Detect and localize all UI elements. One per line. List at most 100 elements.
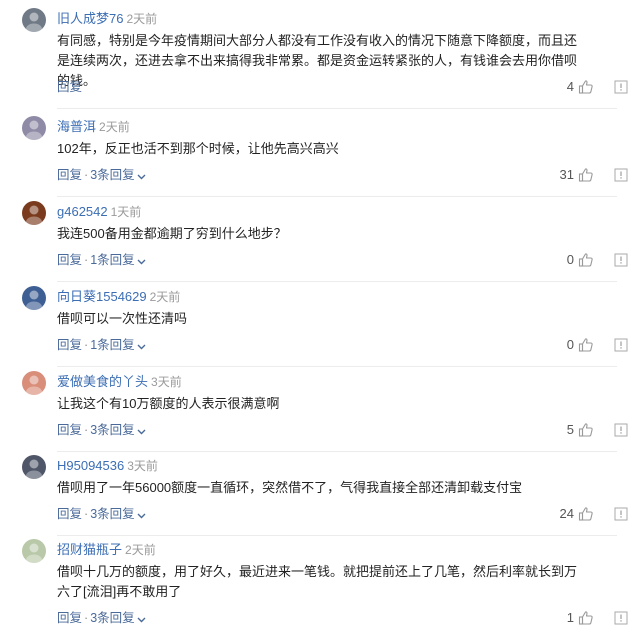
reply-count: 3条回复 [90, 168, 135, 182]
comment-meta: 招财猫瓶子 2天前 [57, 541, 156, 559]
expand-replies-button[interactable]: 3条回复 [90, 167, 146, 185]
separator-dot: · [84, 423, 89, 437]
reply-count: 3条回复 [90, 611, 135, 625]
divider [57, 196, 617, 197]
report-icon[interactable] [614, 338, 628, 352]
separator-dot: · [84, 338, 89, 352]
avatar[interactable] [22, 8, 46, 32]
comment-item: 旧人成梦76 2天前有同感，特别是今年疫情期间大部分人都没有工作没有收入的情况下随… [0, 8, 640, 112]
divider [57, 108, 617, 109]
chevron-down-icon [137, 422, 146, 440]
reply-button[interactable]: 回复 [57, 338, 82, 352]
username-link[interactable]: 向日葵1554629 [57, 289, 147, 304]
comment-text: 借呗可以一次性还清吗 [57, 311, 188, 326]
avatar[interactable] [22, 201, 46, 225]
separator-dot: · [84, 168, 89, 182]
reply-count: 3条回复 [90, 423, 135, 437]
comment-item: 向日葵1554629 2天前 借呗可以一次性还清吗 回复 · 1条回复 0 [0, 286, 640, 370]
reply-count: 1条回复 [90, 253, 135, 267]
thumbs-up-icon[interactable] [578, 610, 594, 626]
expand-replies-button[interactable]: 3条回复 [90, 506, 146, 524]
username-link[interactable]: g462542 [57, 204, 108, 219]
comment-time: 1天前 [110, 205, 142, 219]
report-icon[interactable] [614, 253, 628, 267]
divider [57, 281, 617, 282]
report-icon[interactable] [614, 423, 628, 437]
chevron-down-icon [137, 337, 146, 355]
separator-dot: · [84, 611, 89, 625]
reply-button[interactable]: 回复 [57, 507, 82, 521]
comment-item: H95094536 3天前借呗用了一年56000额度一直循环，突然借不了，气得我直… [0, 455, 640, 539]
reply-count: 1条回复 [90, 338, 135, 352]
avatar[interactable] [22, 455, 46, 479]
report-icon[interactable] [614, 80, 628, 94]
reply-button[interactable]: 回复 [57, 423, 82, 437]
report-icon[interactable] [614, 168, 628, 182]
report-icon[interactable] [614, 507, 628, 521]
comment-actions: 回复 · 3条回复 [57, 609, 146, 627]
expand-replies-button[interactable]: 3条回复 [90, 610, 146, 628]
thumbs-up-icon[interactable] [578, 422, 594, 438]
comment-actions: 回复 · 3条回复 [57, 505, 146, 523]
thumbs-up-icon[interactable] [578, 79, 594, 95]
reply-button[interactable]: 回复 [57, 611, 82, 625]
expand-replies-button[interactable]: 3条回复 [90, 422, 146, 440]
comment-text: 有同感，特别是今年疫情期间大部分人都没有工作没有收入的情况下随意下降额度，而且还… [57, 33, 578, 88]
avatar[interactable] [22, 539, 46, 563]
username-link[interactable]: 爱做美食的丫头 [57, 374, 148, 389]
reply-button[interactable]: 回复 [57, 168, 82, 182]
comment-text: 借呗十几万的额度，用了好久，最近进来一笔钱。就把提前还上了几笔，然后利率就长到万… [57, 564, 578, 599]
comment-time: 2天前 [99, 120, 130, 134]
comment-actions: 回复 · 1条回复 [57, 336, 146, 354]
divider [57, 451, 617, 452]
like-count: 4 [566, 79, 574, 94]
chevron-down-icon [137, 610, 146, 628]
divider [57, 366, 617, 367]
like-count: 5 [566, 422, 574, 437]
username-link[interactable]: 旧人成梦76 [57, 11, 123, 26]
avatar[interactable] [22, 286, 46, 310]
like-count: 1 [566, 610, 574, 625]
expand-replies-button[interactable]: 1条回复 [90, 252, 146, 270]
avatar[interactable] [22, 371, 46, 395]
comment-meta: 向日葵1554629 2天前 [57, 288, 180, 306]
separator-dot: · [84, 507, 89, 521]
comment-time: 2天前 [149, 290, 181, 304]
comment-text: 借呗用了一年56000额度一直循环，突然借不了，气得我直接全部还清卸载支付宝 [57, 480, 523, 495]
comment-text: 让我这个有10万额度的人表示很满意啊 [57, 396, 280, 411]
reply-count: 3条回复 [90, 507, 135, 521]
comment-meta: g462542 1天前 [57, 203, 141, 221]
chevron-down-icon [137, 252, 146, 270]
comment-time: 2天前 [125, 543, 156, 557]
thumbs-up-icon[interactable] [578, 506, 594, 522]
thumbs-up-icon[interactable] [578, 252, 594, 268]
comment-time: 2天前 [126, 12, 158, 26]
username-link[interactable]: 招财猫瓶子 [57, 542, 122, 557]
username-link[interactable]: 海普洱 [57, 119, 96, 134]
comment-item: 招财猫瓶子 2天前借呗十几万的额度，用了好久，最近进来一笔钱。就把提前还上了几笔，… [0, 539, 640, 643]
comment-actions: 回复 [57, 78, 82, 96]
expand-replies-button[interactable]: 1条回复 [90, 337, 146, 355]
comment-meta: 旧人成梦76 2天前 [57, 10, 157, 28]
comment-item: g462542 1天前 我连500备用金都逾期了穷到什么地步？ 回复 · 1条回复 0 [0, 201, 640, 285]
comment-text: 我连500备用金都逾期了穷到什么地步？ [57, 226, 287, 241]
divider [57, 535, 617, 536]
reply-button[interactable]: 回复 [57, 253, 82, 267]
avatar[interactable] [22, 116, 46, 140]
comment-actions: 回复 · 3条回复 [57, 166, 146, 184]
chevron-down-icon [137, 506, 146, 524]
report-icon[interactable] [614, 611, 628, 625]
comment-item: 海普洱 2天前 102年，反正也活不到那个时候，让他先高兴高兴 回复 · 3条回复 31 [0, 116, 640, 200]
thumbs-up-icon[interactable] [578, 167, 594, 183]
like-count: 24 [559, 506, 574, 521]
username-link[interactable]: H95094536 [57, 458, 124, 473]
comment-actions: 回复 · 3条回复 [57, 421, 146, 439]
reply-button[interactable]: 回复 [57, 80, 82, 94]
comment-meta: 海普洱 2天前 [57, 118, 130, 136]
comment-meta: H95094536 3天前 [57, 457, 158, 475]
thumbs-up-icon[interactable] [578, 337, 594, 353]
comment-time: 3天前 [151, 375, 182, 389]
comment-actions: 回复 · 1条回复 [57, 251, 146, 269]
chevron-down-icon [137, 167, 146, 185]
comment-time: 3天前 [127, 459, 158, 473]
